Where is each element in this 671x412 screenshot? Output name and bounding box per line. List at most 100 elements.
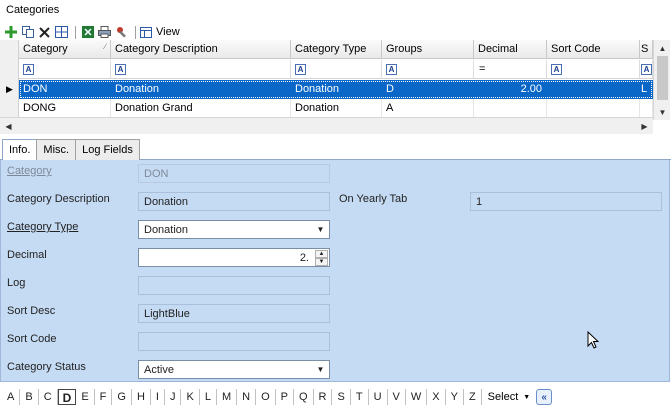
letter-y[interactable]: Y bbox=[446, 389, 464, 405]
filter-category-description[interactable]: A bbox=[111, 60, 291, 79]
category-status-label: Category Status bbox=[7, 361, 86, 373]
filter-s[interactable]: A bbox=[640, 60, 653, 79]
column-header-category[interactable]: Category ∕ bbox=[19, 40, 111, 59]
on-yearly-tab-field[interactable]: 1 bbox=[470, 192, 662, 211]
spin-buttons[interactable]: ▲ ▼ bbox=[315, 250, 328, 266]
decimal-stepper[interactable]: 2. ▲ ▼ bbox=[138, 248, 330, 267]
column-header-sort-code[interactable]: Sort Code bbox=[547, 40, 640, 59]
chevron-down-icon: ▼ bbox=[523, 393, 531, 401]
column-header-decimal[interactable]: Decimal bbox=[474, 40, 547, 59]
tab-info[interactable]: Info. bbox=[2, 139, 38, 161]
excel-icon[interactable] bbox=[80, 25, 95, 40]
letter-k[interactable]: K bbox=[181, 389, 200, 405]
vertical-scrollbar[interactable]: ▲ ▼ bbox=[653, 40, 670, 120]
filter-groups[interactable]: A bbox=[382, 60, 474, 79]
filter-category[interactable]: A bbox=[19, 60, 111, 79]
scroll-right-icon[interactable]: ▶ bbox=[636, 118, 653, 135]
column-header-s[interactable]: S bbox=[640, 40, 653, 59]
letter-p[interactable]: P bbox=[276, 389, 294, 405]
letter-f[interactable]: F bbox=[95, 389, 113, 405]
filter-a-icon: A bbox=[386, 64, 397, 75]
toolbar-separator bbox=[135, 25, 136, 39]
letter-r[interactable]: R bbox=[314, 389, 333, 405]
tab-strip: Info. Misc. Log Fields bbox=[0, 139, 671, 161]
table-row[interactable]: DONG Donation Grand Donation A bbox=[19, 99, 653, 118]
tab-misc[interactable]: Misc. bbox=[36, 139, 77, 160]
info-panel: Category DON Category Description Donati… bbox=[0, 160, 670, 382]
letter-o[interactable]: O bbox=[256, 389, 276, 405]
sort-icon: ∕ bbox=[104, 42, 106, 51]
letter-n[interactable]: N bbox=[237, 389, 257, 405]
letter-u[interactable]: U bbox=[369, 389, 388, 405]
print-icon[interactable] bbox=[97, 25, 112, 40]
cell-category-description: Donation bbox=[115, 83, 160, 95]
categories-grid: Category ∕ Category Description Category… bbox=[0, 40, 671, 134]
category-type-dropdown[interactable]: Donation ▼ bbox=[138, 220, 330, 239]
spin-up-icon[interactable]: ▲ bbox=[315, 250, 328, 258]
scroll-thumb[interactable] bbox=[657, 56, 668, 100]
category-status-dropdown[interactable]: Active ▼ bbox=[138, 360, 330, 379]
view-button[interactable]: View bbox=[140, 26, 180, 38]
category-label[interactable]: Category bbox=[7, 165, 52, 177]
sort-desc-field[interactable]: LightBlue bbox=[138, 304, 330, 323]
letter-e[interactable]: E bbox=[76, 389, 95, 405]
letter-i[interactable]: I bbox=[151, 389, 165, 405]
scroll-up-icon[interactable]: ▲ bbox=[654, 40, 671, 56]
log-field[interactable] bbox=[138, 276, 330, 295]
cell-s bbox=[640, 99, 653, 118]
letter-a[interactable]: A bbox=[2, 389, 21, 405]
copy-icon[interactable] bbox=[20, 25, 35, 40]
letter-g[interactable]: G bbox=[112, 389, 132, 405]
view-icon bbox=[140, 26, 152, 38]
delete-icon[interactable] bbox=[37, 25, 52, 40]
letter-m[interactable]: M bbox=[217, 389, 238, 405]
letter-l[interactable]: L bbox=[200, 389, 217, 405]
sort-code-field[interactable] bbox=[138, 332, 330, 351]
select-label: Select bbox=[487, 391, 519, 403]
tab-log-fields[interactable]: Log Fields bbox=[75, 139, 140, 160]
letter-w[interactable]: W bbox=[406, 389, 428, 405]
filter-equals-icon: = bbox=[479, 63, 486, 75]
letter-s[interactable]: S bbox=[332, 389, 351, 405]
filter-a-icon: A bbox=[295, 64, 306, 75]
mouse-cursor-icon bbox=[587, 330, 600, 353]
letter-j[interactable]: J bbox=[165, 389, 182, 405]
letter-v[interactable]: V bbox=[388, 389, 406, 405]
column-header-category-type[interactable]: Category Type bbox=[291, 40, 382, 59]
chevron-down-icon[interactable]: ▼ bbox=[313, 222, 328, 237]
category-type-label[interactable]: Category Type bbox=[7, 221, 78, 233]
filter-a-icon: A bbox=[23, 64, 34, 75]
filter-decimal[interactable]: = bbox=[474, 60, 547, 79]
select-dropdown[interactable]: Select ▼ bbox=[488, 391, 531, 403]
tools-icon[interactable] bbox=[114, 25, 129, 40]
view-label: View bbox=[156, 26, 180, 38]
letter-z[interactable]: Z bbox=[464, 389, 482, 405]
chevron-down-icon[interactable]: ▼ bbox=[313, 362, 328, 377]
letter-h[interactable]: H bbox=[132, 389, 151, 405]
category-description-field[interactable]: Donation bbox=[138, 192, 330, 211]
letter-t[interactable]: T bbox=[351, 389, 369, 405]
letter-q[interactable]: Q bbox=[294, 389, 314, 405]
add-icon[interactable] bbox=[3, 25, 18, 40]
column-header-category-description[interactable]: Category Description bbox=[111, 40, 291, 59]
column-header-groups[interactable]: Groups bbox=[382, 40, 474, 59]
table-row[interactable]: DON Donation Donation D 2.00 L bbox=[19, 80, 653, 99]
horizontal-scrollbar[interactable]: ◀ ▶ bbox=[0, 117, 653, 134]
toolbar: View bbox=[0, 23, 671, 41]
cell-sort-code bbox=[547, 99, 640, 118]
scroll-down-icon[interactable]: ▼ bbox=[654, 104, 671, 120]
letter-d[interactable]: D bbox=[57, 389, 77, 405]
layout-icon[interactable] bbox=[54, 25, 69, 40]
cell-category: DONG bbox=[19, 99, 111, 118]
letter-b[interactable]: B bbox=[20, 389, 39, 405]
filter-sort-code[interactable]: A bbox=[547, 60, 640, 79]
collapse-left-icon[interactable]: « bbox=[536, 389, 553, 405]
letter-x[interactable]: X bbox=[427, 389, 446, 405]
filter-row: A A A A = A A bbox=[19, 60, 653, 79]
alphabet-letters: ABCDEFGHIJKLMNOPQRSTUVWXYZ bbox=[2, 389, 482, 405]
letter-c[interactable]: C bbox=[39, 389, 58, 405]
filter-category-type[interactable]: A bbox=[291, 60, 382, 79]
decimal-value: 2. bbox=[299, 252, 309, 264]
spin-down-icon[interactable]: ▼ bbox=[315, 258, 328, 266]
scroll-left-icon[interactable]: ◀ bbox=[0, 118, 17, 135]
